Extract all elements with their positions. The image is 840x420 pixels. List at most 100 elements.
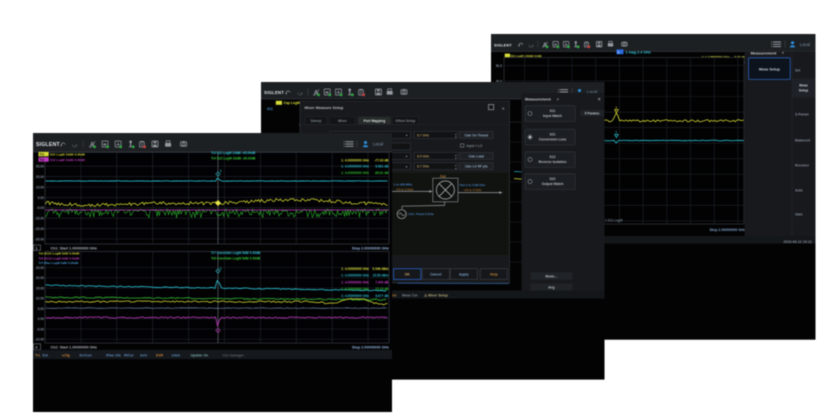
svg-text:Calc On Timout: Calc On Timout (465, 133, 489, 137)
svg-text:S11: S11 (550, 109, 556, 113)
svg-text:IFbw 10k: IFbw 10k (106, 353, 121, 357)
svg-text:1: 4.00000000 GHz: 1: 4.00000000 GHz (341, 294, 369, 298)
svg-text:Ch1: Start 1.00000000 GHz: Ch1: Start 1.00000000 GHz (51, 246, 98, 250)
svg-text:Ch2: Start 1.00000000 GHz: Ch2: Start 1.00000000 GHz (51, 345, 98, 349)
svg-text:1: 1 (615, 105, 617, 109)
svg-text:2023-06-12 19:21: 2023-06-12 19:21 (783, 240, 812, 244)
svg-text:8.5 GHz: 8.5 GHz (417, 154, 429, 158)
svg-text:1: 4.00000000 GHz: 1: 4.00000000 GHz (341, 287, 369, 291)
svg-text:▲: ▲ (405, 164, 408, 168)
svg-text:Measurement: Measurement (751, 50, 777, 55)
svg-text:8.677 dB: 8.677 dB (375, 294, 389, 298)
svg-text:1: 1 (35, 246, 37, 250)
svg-text:ErrCorr: ErrCorr (80, 353, 93, 357)
svg-text:-77.03 dB: -77.03 dB (374, 158, 389, 162)
svg-text:15.00: 15.00 (36, 185, 44, 189)
svg-text:Meas Setup: Meas Setup (759, 68, 781, 72)
svg-text:Mixer Measure Setup: Mixer Measure Setup (305, 105, 345, 110)
svg-text:15.55 dBm: 15.55 dBm (373, 274, 389, 278)
svg-text:25.00: 25.00 (36, 266, 44, 270)
svg-text:Local: Local (373, 142, 383, 147)
svg-text:Tr7 ConvGain LogM 5dB/ 0.00dB: Tr7 ConvGain LogM 5dB/ 0.00dB (211, 251, 261, 255)
svg-text:15.15 dB: 15.15 dB (375, 287, 389, 291)
svg-text:1 to 500 MHz: 1 to 500 MHz (394, 182, 413, 186)
svg-text:Stop 2.00000000 GHz: Stop 2.00000000 GHz (352, 246, 389, 250)
svg-text:20.00: 20.00 (36, 276, 44, 280)
svg-text:Offset Setup: Offset Setup (395, 119, 415, 123)
svg-text:Meas: Meas (799, 84, 808, 88)
svg-text:Meas Cor: Meas Cor (402, 294, 418, 298)
svg-text:Auto: Auto (795, 189, 803, 193)
svg-text:1 S11 LogM: 1 S11 LogM (605, 219, 623, 223)
svg-text:✕: ✕ (502, 106, 506, 111)
svg-text:8.7 GHz: 8.7 GHz (417, 133, 429, 137)
svg-text:Port Mapping: Port Mapping (364, 119, 386, 123)
svg-text:Stop 2.00000000 GHz: Stop 2.00000000 GHz (709, 228, 745, 232)
svg-text:10.00: 10.00 (36, 297, 44, 301)
svg-text:25.00: 25.00 (36, 175, 44, 179)
svg-text:Out 2 to 4.98 GHz: Out 2 to 4.98 GHz (460, 183, 486, 187)
svg-text:5.00: 5.00 (38, 307, 45, 311)
svg-text:Receiver: Receiver (795, 164, 810, 168)
svg-text:1: 4.00000000 GHz: 1: 4.00000000 GHz (341, 158, 369, 162)
svg-text:Stop 2.00000000 GHz: Stop 2.00000000 GHz (352, 345, 389, 349)
svg-text:Tr8 ConvGain LogM 5dB/ 0.00dB: Tr8 ConvGain LogM 5dB/ 0.00dB (211, 257, 261, 261)
svg-text:Calc LO RF pts: Calc LO RF pts (465, 165, 488, 169)
svg-text:5.00: 5.00 (38, 196, 45, 200)
svg-text:S-Param: S-Param (795, 113, 809, 117)
svg-text:Sweep: Sweep (311, 119, 322, 123)
svg-text:mSet: mSet (172, 353, 181, 357)
svg-text:1: 4.00000000 GHz: 1: 4.00000000 GHz (341, 171, 369, 175)
svg-text:Set: Set (795, 69, 801, 73)
svg-text:SIGLENT: SIGLENT (264, 90, 284, 95)
svg-text:▾: ▾ (556, 97, 559, 101)
svg-text:Tr7 IPwr LogM 5dB/ 5.00dB: Tr7 IPwr LogM 5dB/ 5.00dB (39, 261, 79, 265)
svg-text:Local: Local (800, 42, 810, 47)
svg-text:Tr1: Tr1 (35, 353, 40, 357)
svg-text:eCfg: eCfg (62, 353, 70, 357)
svg-text:Reverse Isolation: Reverse Isolation (538, 160, 566, 164)
svg-text:AvG: AvG (140, 353, 147, 357)
svg-text:⚠ Mixer Setup: ⚠ Mixer Setup (424, 294, 448, 298)
svg-text:7.000 dB: 7.000 dB (375, 280, 389, 284)
svg-text:1: 4.00000000 GHz: 1: 4.00000000 GHz (341, 274, 369, 278)
svg-text:-10 to 3 GHz: -10 to 3 GHz (396, 188, 414, 192)
svg-text:▲: ▲ (405, 154, 408, 158)
svg-text:1: 1 (220, 169, 222, 173)
svg-text:Input Match: Input Match (543, 114, 562, 118)
svg-text:S12: S12 (549, 155, 555, 159)
svg-text:1: 4.00000000 GHz: 1: 4.00000000 GHz (341, 165, 369, 169)
svg-text:Calc Load: Calc Load (469, 154, 484, 158)
svg-text:Tr4 S22 LogM 10dB/ -45.00dB: Tr4 S22 LogM 10dB/ -45.00dB (211, 157, 256, 161)
svg-text:-5.00: -5.00 (36, 206, 44, 210)
svg-text:8.7 GHz: 8.7 GHz (417, 165, 429, 169)
svg-text:Balanced: Balanced (795, 139, 810, 143)
svg-text:Tr5 SC21 LogM 5dB/ 5.00dB: Tr5 SC21 LogM 5dB/ 5.00dB (39, 252, 81, 256)
svg-text:Help: Help (490, 272, 498, 276)
svg-text:✕: ✕ (598, 97, 601, 102)
svg-text:1: 1 (615, 130, 617, 134)
svg-text:Cor manager: Cor manager (223, 353, 245, 357)
svg-text:Output Match: Output Match (542, 182, 564, 186)
svg-text:Tr6 SC12 LogM 5dB/ 5.00dB: Tr6 SC12 LogM 5dB/ 5.00dB (39, 256, 81, 260)
svg-text:S21 LogM 10dB/ 0.00dB: S21 LogM 10dB/ 0.00dB (50, 153, 86, 157)
svg-text:Ext: Ext (43, 353, 49, 357)
svg-text:-25.00: -25.00 (35, 227, 45, 231)
svg-text:Measurement: Measurement (525, 97, 551, 102)
svg-text:Conversion Loss: Conversion Loss (539, 138, 567, 142)
svg-text:Tr2: Tr2 (39, 158, 44, 162)
svg-text:35.00: 35.00 (36, 165, 44, 169)
svg-text:Gain: Gain (795, 213, 803, 217)
svg-text:OK: OK (405, 272, 411, 276)
svg-text:0.046 dBm: 0.046 dBm (373, 267, 389, 271)
svg-text:SIGLENT: SIGLENT (36, 142, 61, 148)
svg-text:S11: S11 (267, 107, 273, 111)
svg-text:▼: ▼ (455, 157, 458, 160)
svg-text:1: 4.00000000 GHz: 1: 4.00000000 GHz (341, 280, 369, 284)
svg-text:SIGLENT: SIGLENT (494, 43, 512, 47)
svg-text:S12 LogM 10dB/ 0.00dB: S12 LogM 10dB/ 0.00dB (50, 158, 86, 162)
svg-text:Setup: Setup (799, 89, 808, 93)
svg-text:-15.00: -15.00 (35, 217, 45, 221)
svg-text:-10.00: -10.00 (35, 338, 45, 342)
svg-text:50.0: 50.0 (496, 64, 502, 68)
